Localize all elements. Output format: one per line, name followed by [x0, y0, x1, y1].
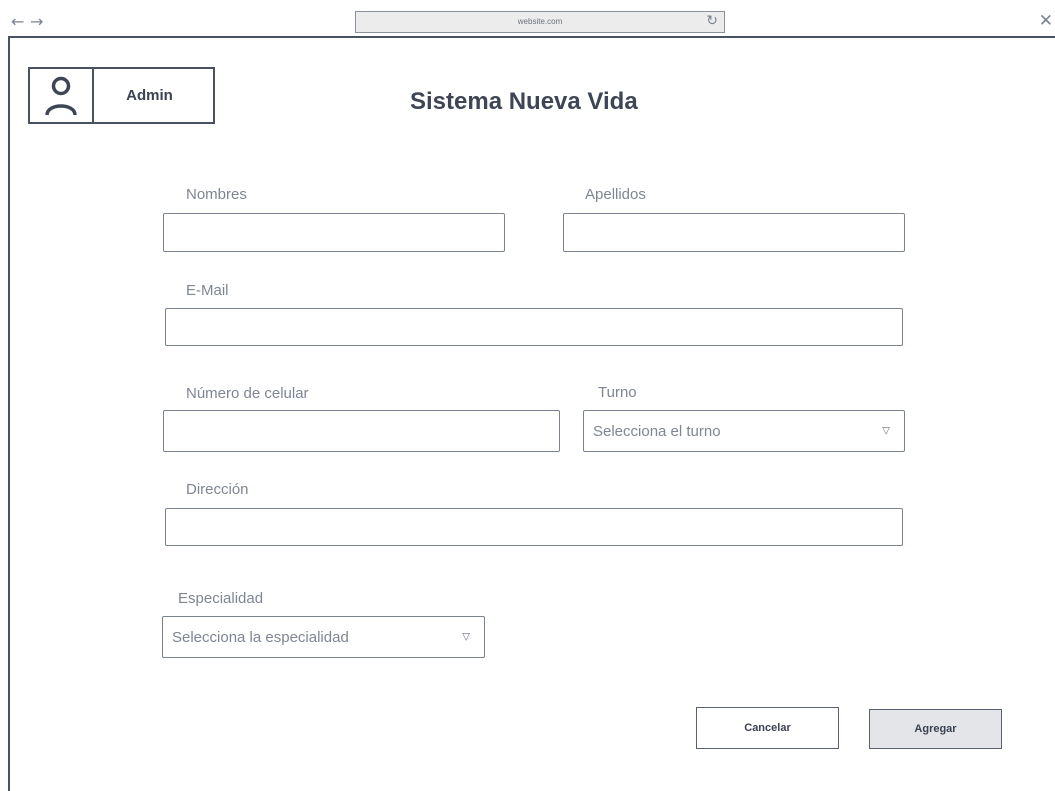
celular-label: Número de celular — [186, 385, 309, 402]
nombres-input[interactable] — [163, 213, 505, 252]
turno-label: Turno — [598, 384, 637, 401]
turno-select[interactable]: Selecciona el turno ▽ — [583, 410, 905, 452]
apellidos-label: Apellidos — [585, 186, 646, 203]
user-label: Admin — [126, 87, 173, 104]
email-input[interactable] — [165, 308, 903, 346]
back-arrow-icon[interactable]: ← — [11, 12, 24, 31]
reload-icon[interactable]: ↻ — [706, 11, 718, 31]
especialidad-select[interactable]: Selecciona la especialidad ▽ — [162, 616, 485, 658]
direccion-input[interactable] — [165, 508, 903, 546]
close-icon[interactable]: ✕ — [1039, 11, 1053, 31]
page-title: Sistema Nueva Vida — [410, 88, 638, 115]
celular-input[interactable] — [163, 410, 560, 452]
especialidad-selected: Selecciona la especialidad — [172, 628, 349, 646]
user-badge[interactable]: Admin — [28, 67, 215, 124]
address-bar[interactable]: website.com ↻ — [355, 11, 725, 33]
especialidad-label: Especialidad — [178, 590, 264, 607]
turno-selected: Selecciona el turno — [593, 422, 721, 440]
dropdown-triangle-icon: ▽ — [462, 631, 470, 643]
email-label: E-Mail — [186, 282, 229, 299]
dropdown-triangle-icon: ▽ — [882, 425, 890, 437]
nombres-label: Nombres — [186, 186, 247, 203]
apellidos-input[interactable] — [563, 213, 905, 252]
direccion-label: Dirección — [186, 481, 249, 498]
url-text: website.com — [517, 17, 563, 26]
add-button[interactable]: Agregar — [869, 709, 1002, 749]
forward-arrow-icon[interactable]: → — [30, 12, 43, 31]
browser-window — [8, 8, 1055, 791]
cancel-button[interactable]: Cancelar — [696, 707, 839, 749]
user-icon — [30, 69, 94, 122]
browser-toolbar: ← → website.com ↻ ✕ — [8, 8, 1055, 38]
